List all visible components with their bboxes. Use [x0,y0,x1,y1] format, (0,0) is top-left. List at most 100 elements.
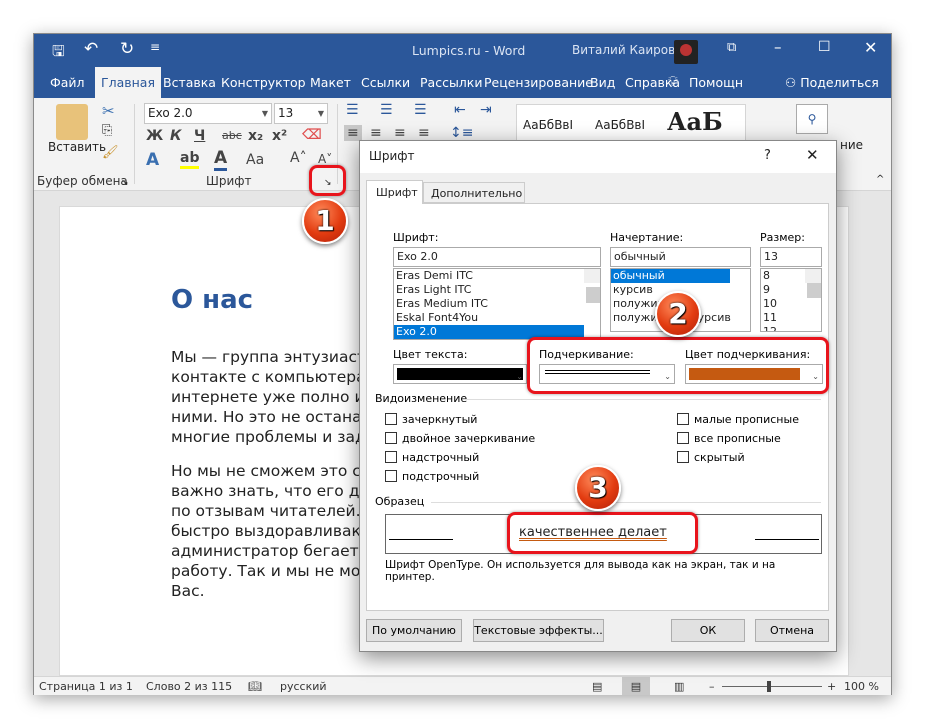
tab-design[interactable]: Конструктор [215,67,312,98]
scrollbar[interactable] [734,269,750,283]
find-icon[interactable]: ⚲ [796,104,828,134]
font-list[interactable]: Eras Demi ITC Eras Light ITC Eras Medium I… [393,268,601,340]
align-left-icon[interactable]: ≡ [344,125,362,141]
dialog-close-icon[interactable]: ✕ [806,146,819,164]
redo-icon[interactable]: ↻ [120,39,134,59]
style-no-spacing[interactable]: АаБбВвІ [595,118,645,132]
tab-layout[interactable]: Макет [304,67,357,98]
shrink-font-icon[interactable]: A˅ [318,152,332,166]
increase-indent-icon[interactable]: ⇥ [480,102,492,118]
proofing-icon[interactable]: 📖︎ [248,680,262,693]
list-item[interactable]: Eskal Font4You [394,311,600,325]
strikethrough-checkbox[interactable]: зачеркнутый [385,413,477,426]
read-mode-icon[interactable]: ▤ [592,680,602,693]
hidden-checkbox[interactable]: скрытый [677,451,745,464]
style-input[interactable]: обычный [610,247,751,267]
small-caps-checkbox[interactable]: малые прописные [677,413,799,426]
zoom-slider[interactable] [722,686,822,687]
list-item[interactable]: 10 [761,297,821,311]
minimize-icon[interactable]: – [774,38,782,56]
bold-button[interactable]: Ж [146,128,163,144]
grow-font-icon[interactable]: A˄ [290,150,307,166]
share-button[interactable]: ⚇ Поделиться [779,67,885,98]
ribbon-display-icon[interactable]: ⧉ [727,40,736,55]
text-effects-button[interactable]: Текстовые эффекты... [473,619,604,642]
multilevel-list-icon[interactable]: ☰ [414,102,427,118]
text-color-select[interactable]: ⌄ [393,364,527,384]
bullets-icon[interactable]: ☰ [346,102,359,118]
double-strikethrough-checkbox[interactable]: двойное зачеркивание [385,432,535,445]
style-heading1[interactable]: АаБ [667,107,723,136]
paste-icon[interactable] [56,104,88,140]
font-size-combo[interactable]: 13 ▼ [274,103,328,124]
line-spacing-icon[interactable]: ↕≡ [450,125,473,141]
tab-font[interactable]: Шрифт [366,180,423,204]
scrollbar[interactable] [584,269,600,303]
superscript-checkbox[interactable]: надстрочный [385,451,479,464]
underline-button[interactable]: Ч [194,128,205,144]
style-normal[interactable]: АаБбВвІ [523,118,573,132]
print-layout-icon[interactable]: ▤ [622,677,650,695]
font-input[interactable]: Exo 2.0 [393,247,601,267]
tab-review[interactable]: Рецензирование [478,67,599,98]
styles-gallery[interactable]: АаБбВвІ АаБбВвІ АаБ [516,104,746,144]
italic-button[interactable]: К [170,128,181,144]
web-layout-icon[interactable]: ▥ [674,680,684,693]
cut-icon[interactable]: ✂ [102,102,115,120]
subscript-icon[interactable]: x₂ [248,128,263,144]
highlight-icon[interactable]: ab [180,150,200,169]
tab-home[interactable]: Главная [95,67,161,98]
tab-advanced[interactable]: Дополнительно [423,182,525,203]
tab-references[interactable]: Ссылки [355,67,416,98]
customize-qat-icon[interactable]: ≡ [150,40,160,54]
list-item[interactable]: Eras Medium ITC [394,297,600,311]
tab-file[interactable]: Файл [44,67,91,98]
maximize-icon[interactable]: ☐ [818,39,831,55]
list-item[interactable]: Eras Demi ITC [394,269,600,283]
size-list[interactable]: 8 9 10 11 12 [760,268,822,332]
help-button[interactable]: ? [764,148,771,163]
collapse-ribbon-icon[interactable]: ^ [876,174,884,185]
lightbulb-icon[interactable]: 💡︎ [662,67,684,98]
list-item[interactable]: Eras Light ITC [394,283,600,297]
zoom-in-icon[interactable]: + [827,680,836,693]
paste-button[interactable]: Вставить [48,140,106,154]
page-count[interactable]: Страница 1 из 1 [39,680,133,693]
list-item-selected[interactable]: обычный [611,269,730,283]
copy-icon[interactable]: ⎘ [102,123,112,138]
list-item[interactable]: 12 [761,325,821,331]
clipboard-launcher-icon[interactable]: ↘ [121,178,129,188]
word-count[interactable]: Слово 2 из 115 [146,680,232,693]
zoom-level[interactable]: 100 % [844,680,879,693]
avatar[interactable] [674,40,698,64]
font-color-icon[interactable]: A [214,148,228,171]
superscript-icon[interactable]: x² [272,128,287,144]
justify-icon[interactable]: ≡ [418,125,430,141]
decrease-indent-icon[interactable]: ⇤ [454,102,466,118]
language[interactable]: русский [280,680,327,693]
tab-view[interactable]: Вид [584,67,621,98]
size-input[interactable]: 13 [760,247,822,267]
save-icon[interactable]: 🖫 [52,41,65,66]
change-case-icon[interactable]: Aa [246,152,264,168]
font-name-combo[interactable]: Exo 2.0 ▼ [144,103,272,124]
tell-me[interactable]: Помощн [683,67,749,98]
numbering-icon[interactable]: ☰ [380,102,393,118]
align-right-icon[interactable]: ≡ [394,125,406,141]
clear-formatting-icon[interactable]: ⌫ [302,127,322,143]
list-item[interactable]: 11 [761,311,821,325]
text-effects-icon[interactable]: A [146,150,159,170]
format-painter-icon[interactable]: 🖌︎ [102,145,119,160]
zoom-slider-thumb[interactable] [767,681,771,692]
all-caps-checkbox[interactable]: все прописные [677,432,781,445]
subscript-checkbox[interactable]: подстрочный [385,470,479,483]
close-icon[interactable]: ✕ [864,38,877,57]
strikethrough-button[interactable]: abc [222,129,242,142]
zoom-out-icon[interactable]: – [709,680,715,693]
align-center-icon[interactable]: ≡ [370,125,382,141]
ok-button[interactable]: ОК [671,619,745,642]
set-default-button[interactable]: По умолчанию [366,619,462,642]
tab-insert[interactable]: Вставка [157,67,222,98]
undo-icon[interactable]: ↶ [84,39,98,59]
cancel-button[interactable]: Отмена [755,619,829,642]
